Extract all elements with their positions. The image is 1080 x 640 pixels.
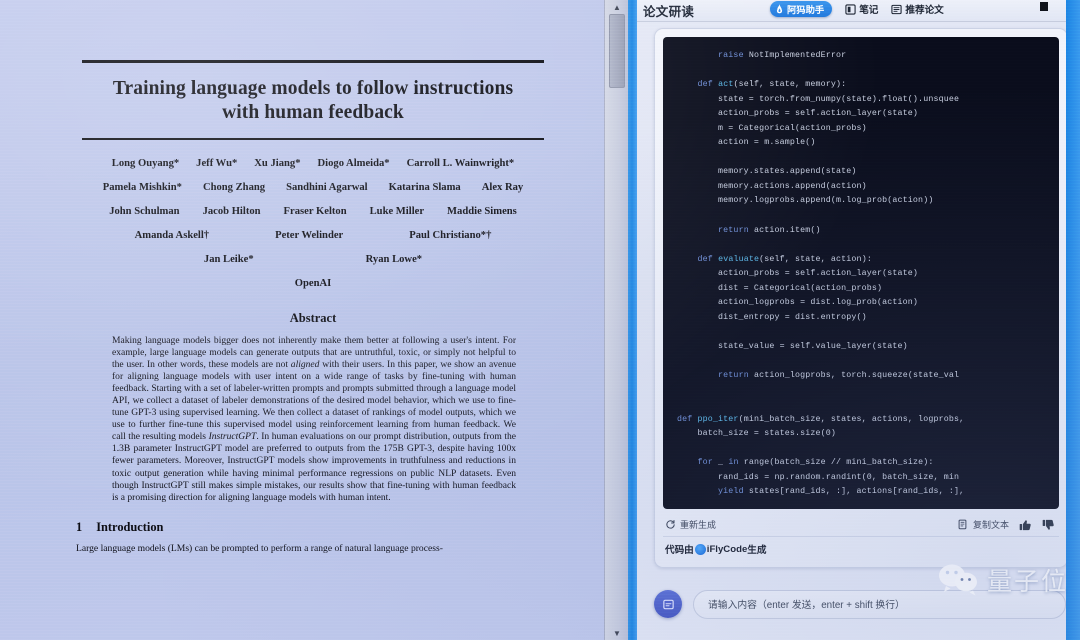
copy-text-button[interactable]: 复制文本 xyxy=(958,518,1009,531)
scroll-up-arrow-icon[interactable]: ▲ xyxy=(605,0,629,14)
author-name: Sandhini Agarwal xyxy=(286,182,368,193)
code-block[interactable]: raise NotImplementedError def act(self, … xyxy=(663,37,1059,509)
chat-message-area[interactable]: raise NotImplementedError def act(self, … xyxy=(637,22,1080,576)
abstract-text: Making language models bigger does not i… xyxy=(112,335,517,503)
author-name: Paul Christiano*† xyxy=(409,230,492,241)
right-accent-strip xyxy=(1066,0,1080,640)
pane-divider xyxy=(628,0,637,640)
footer-brand-label: iFlyCode xyxy=(706,543,748,555)
assistant-button[interactable]: 阿犸助手 xyxy=(770,1,833,17)
refresh-icon xyxy=(666,519,675,529)
recommend-paper-icon xyxy=(891,4,903,14)
regenerate-button[interactable]: 重新生成 xyxy=(665,518,716,531)
section-heading: 1 Introduction xyxy=(76,520,550,535)
author-name: Jeff Wu* xyxy=(196,158,238,169)
chat-input-bar[interactable]: 请输入内容（enter 发送，enter + shift 换行） xyxy=(637,576,1080,640)
author-name: Katarina Slama xyxy=(388,182,461,193)
author-list: Long Ouyang* Jeff Wu* Xu Jiang* Diogo Al… xyxy=(76,158,550,289)
author-row: Amanda Askell† Peter Welinder Paul Chris… xyxy=(76,230,550,241)
document-icon xyxy=(662,599,674,609)
pdf-viewer-pane[interactable]: Training language models to follow instr… xyxy=(0,0,604,640)
author-name: Jan Leike* xyxy=(203,254,254,265)
paper-title-line-1: Training language models to follow instr… xyxy=(112,78,514,99)
author-name: John Schulman xyxy=(109,206,180,217)
thumbs-up-icon[interactable] xyxy=(1019,519,1032,531)
footer-suffix-label: 生成 xyxy=(747,545,767,556)
iflycode-logo-icon xyxy=(694,543,706,555)
author-name: Carroll L. Wainwright* xyxy=(406,158,515,169)
author-name: Jacob Hilton xyxy=(202,206,261,217)
flame-icon xyxy=(776,4,783,14)
code-text: raise NotImplementedError def act(self, … xyxy=(677,51,965,497)
author-name: Xu Jiang* xyxy=(254,158,301,169)
author-name: Long Ouyang* xyxy=(111,158,180,169)
author-row: John Schulman Jacob Hilton Fraser Kelton… xyxy=(76,206,550,217)
author-name: Alex Ray xyxy=(481,182,524,193)
abstract-heading: Abstract xyxy=(289,311,337,325)
chat-input-placeholder: 请输入内容（enter 发送，enter + shift 换行） xyxy=(708,600,905,611)
chat-input[interactable]: 请输入内容（enter 发送，enter + shift 换行） xyxy=(693,589,1066,619)
paper-page: Training language models to follow instr… xyxy=(18,0,580,640)
chat-panel-title: 论文研读 xyxy=(643,5,695,19)
author-row: Jan Leike* Ryan Lowe* xyxy=(76,254,550,265)
assistant-chat-pane[interactable]: 论文研读 阿犸助手 笔记 推荐论文 raise NotImplementedEr… xyxy=(637,0,1080,640)
affiliation: OpenAI xyxy=(294,278,332,289)
copy-text-label: 复制文本 xyxy=(972,520,1009,530)
copy-icon xyxy=(958,519,967,530)
section-number: 1 xyxy=(76,519,83,534)
regenerate-label: 重新生成 xyxy=(680,520,717,530)
affiliation-row: OpenAI xyxy=(76,278,550,289)
notes-button-label: 笔记 xyxy=(859,5,879,16)
author-name: Diogo Almeida* xyxy=(317,158,390,169)
paper-title: Training language models to follow instr… xyxy=(76,63,550,138)
author-name: Fraser Kelton xyxy=(283,206,347,217)
recommend-paper-label: 推荐论文 xyxy=(905,5,944,16)
recommend-paper-button[interactable]: 推荐论文 xyxy=(891,2,944,16)
section-title: Introduction xyxy=(96,519,164,534)
author-row: Long Ouyang* Jeff Wu* Xu Jiang* Diogo Al… xyxy=(76,158,550,169)
photographed-screen: Training language models to follow instr… xyxy=(0,0,1080,640)
author-name: Chong Zhang xyxy=(202,182,266,193)
window-indicator xyxy=(1040,2,1048,11)
notes-button[interactable]: 笔记 xyxy=(845,2,878,16)
title-rule-bottom xyxy=(82,138,544,140)
introduction-text: Large language models (LMs) can be promp… xyxy=(76,542,443,554)
paper-title-line-2: with human feedback xyxy=(222,102,404,123)
chat-header: 论文研读 阿犸助手 笔记 推荐论文 xyxy=(637,0,1080,22)
author-name: Pamela Mishkin* xyxy=(102,182,182,193)
pdf-scrollbar[interactable]: ▲ ▼ xyxy=(604,0,628,640)
thumbs-down-icon[interactable] xyxy=(1042,519,1055,531)
author-name: Amanda Askell† xyxy=(134,230,210,241)
assistant-button-label: 阿犸助手 xyxy=(787,5,825,15)
header-actions: 阿犸助手 笔记 推荐论文 xyxy=(770,1,944,17)
note-icon xyxy=(845,3,856,15)
attach-button[interactable] xyxy=(654,590,682,618)
author-name: Ryan Lowe* xyxy=(365,254,423,265)
author-name: Luke Miller xyxy=(369,206,425,217)
scrollbar-thumb[interactable] xyxy=(609,14,625,88)
author-row: Pamela Mishkin* Chong Zhang Sandhini Aga… xyxy=(76,182,550,193)
assistant-message-card: raise NotImplementedError def act(self, … xyxy=(654,28,1068,568)
footer-prefix-label: 代码由 xyxy=(665,545,694,556)
author-name: Maddie Simens xyxy=(447,206,517,217)
message-actions: 重新生成 复制文本 xyxy=(663,513,1059,537)
message-footer: 代码由 iFlyCode 生成 xyxy=(663,537,1059,561)
author-name: Peter Welinder xyxy=(275,230,344,241)
scroll-down-arrow-icon[interactable]: ▼ xyxy=(605,626,629,640)
